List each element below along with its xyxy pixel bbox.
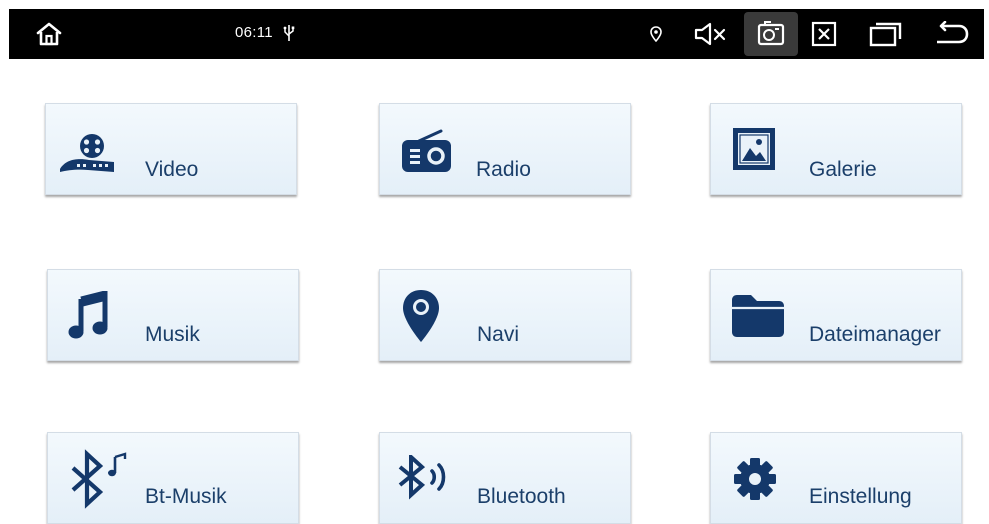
gallery-icon: [731, 126, 777, 177]
tile-musik[interactable]: Musik: [47, 269, 299, 361]
tile-label: Navi: [477, 323, 520, 346]
recent-apps-button[interactable]: [864, 9, 908, 59]
status-bar: 06:11: [9, 9, 984, 59]
tile-radio[interactable]: Radio: [379, 103, 631, 195]
close-app-button[interactable]: [804, 9, 844, 59]
tile-label: Galerie: [809, 158, 877, 181]
tile-label: Bt-Musik: [145, 485, 227, 508]
map-pin-icon: [400, 288, 442, 351]
screenshot-button[interactable]: [744, 12, 798, 56]
folder-icon: [731, 294, 785, 343]
tile-galerie[interactable]: Galerie: [710, 103, 962, 195]
screenshot-icon: [757, 21, 785, 46]
gear-icon: [733, 457, 777, 506]
tile-dateimanager[interactable]: Dateimanager: [710, 269, 962, 361]
tile-label: Radio: [476, 158, 531, 181]
bluetooth-music-icon: [66, 449, 130, 514]
music-note-icon: [67, 289, 109, 346]
home-icon: [36, 22, 62, 46]
tile-navi[interactable]: Navi: [379, 269, 631, 361]
tile-video[interactable]: Video: [45, 103, 297, 195]
back-icon: [937, 21, 969, 44]
tile-label: Bluetooth: [477, 485, 566, 508]
bluetooth-audio-icon: [396, 452, 460, 506]
home-button[interactable]: [29, 9, 69, 59]
tile-label: Einstellung: [809, 485, 912, 508]
location-icon: [646, 9, 666, 59]
volume-mute-icon: [694, 22, 726, 46]
tile-bt-musik[interactable]: Bt-Musik: [47, 432, 299, 524]
tile-label: Musik: [145, 323, 200, 346]
back-button[interactable]: [929, 9, 975, 59]
clock: 06:11: [235, 24, 273, 41]
volume-mute-button[interactable]: [691, 9, 731, 59]
radio-icon: [401, 127, 453, 178]
recent-apps-icon: [869, 22, 902, 47]
tile-label: Dateimanager: [809, 323, 941, 346]
close-app-icon: [811, 21, 837, 47]
tile-einstellung[interactable]: Einstellung: [710, 432, 962, 524]
film-reel-icon: [58, 132, 118, 179]
tile-label: Video: [145, 158, 199, 181]
usb-icon: [283, 23, 295, 48]
tile-bluetooth[interactable]: Bluetooth: [379, 432, 631, 524]
